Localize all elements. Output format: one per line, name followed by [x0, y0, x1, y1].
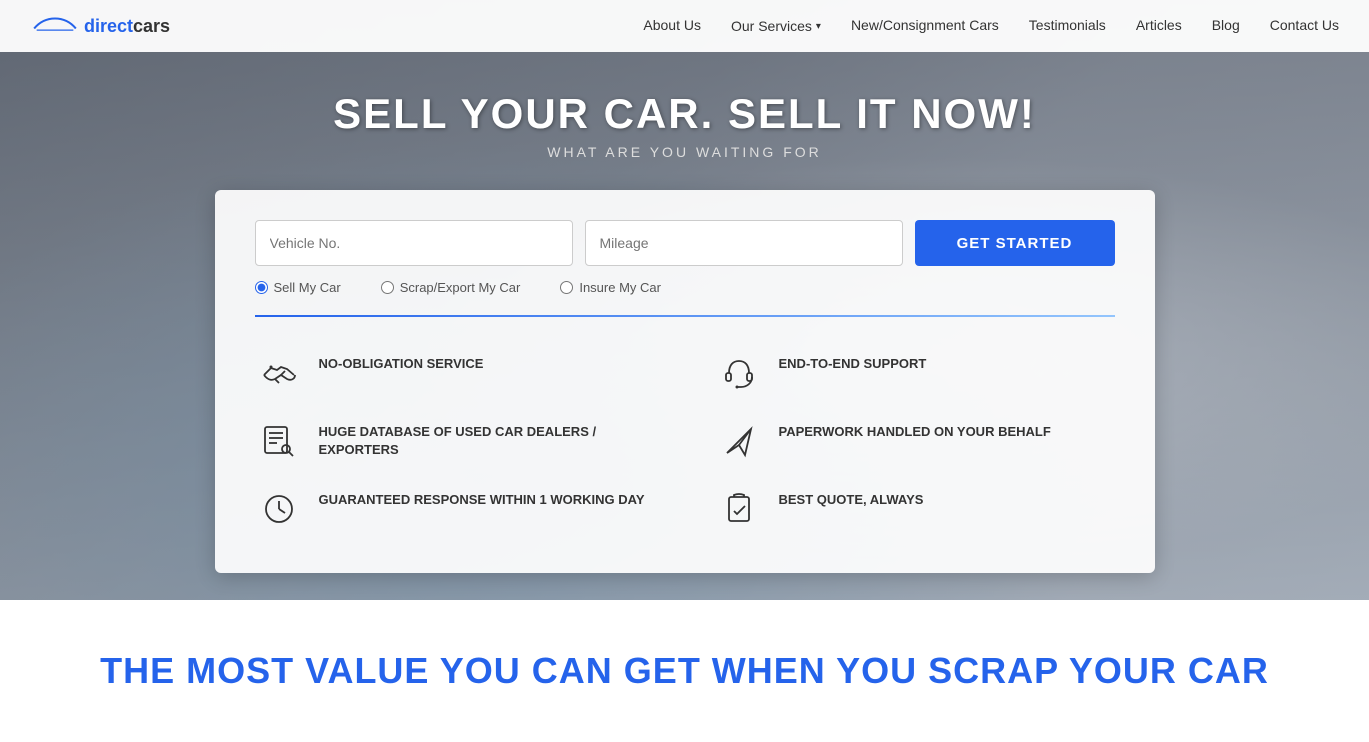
clock-icon — [255, 485, 303, 533]
feature-database-text: HUGE DATABASE OF USED CAR DEALERS / EXPO… — [319, 417, 655, 459]
feature-no-obligation: NO-OBLIGATION SERVICE — [255, 339, 685, 407]
paperplane-icon — [715, 417, 763, 465]
logo[interactable]: directcars — [30, 11, 170, 41]
service-type-radio-group: Sell My Car Scrap/Export My Car Insure M… — [255, 280, 1115, 295]
feature-paperwork: PAPERWORK HANDLED ON YOUR BEHALF — [685, 407, 1115, 475]
form-divider — [255, 315, 1115, 317]
bottom-section: THE MOST VALUE YOU CAN GET WHEN YOU SCRA… — [0, 600, 1369, 742]
feature-best-quote-text: BEST QUOTE, ALWAYS — [779, 485, 924, 509]
hero-content: SELL YOUR CAR. SELL IT NOW! WHAT ARE YOU… — [0, 0, 1369, 573]
radio-sell-my-car[interactable]: Sell My Car — [255, 280, 341, 295]
nav-menu: About Us Our Services ▾ New/Consignment … — [643, 17, 1339, 35]
handshake-icon — [255, 349, 303, 397]
features-grid: NO-OBLIGATION SERVICE END-TO-END SUPPOR — [255, 339, 1115, 543]
nav-item-articles[interactable]: Articles — [1136, 17, 1182, 35]
feature-end-to-end: END-TO-END SUPPORT — [685, 339, 1115, 407]
database-search-icon — [255, 417, 303, 465]
logo-text: directcars — [84, 16, 170, 37]
navbar: directcars About Us Our Services ▾ New/C… — [0, 0, 1369, 52]
chevron-down-icon: ▾ — [816, 21, 821, 32]
bottom-title: THE MOST VALUE YOU CAN GET WHEN YOU SCRA… — [60, 650, 1309, 692]
clipboard-check-icon — [715, 485, 763, 533]
radio-insure[interactable]: Insure My Car — [560, 280, 661, 295]
feature-response-text: GUARANTEED RESPONSE WITHIN 1 WORKING DAY — [319, 485, 645, 509]
vehicle-number-input[interactable] — [255, 220, 573, 266]
feature-database: HUGE DATABASE OF USED CAR DEALERS / EXPO… — [255, 407, 685, 475]
headset-icon — [715, 349, 763, 397]
nav-item-consignment[interactable]: New/Consignment Cars — [851, 17, 999, 35]
nav-item-about[interactable]: About Us — [643, 17, 701, 35]
nav-item-testimonials[interactable]: Testimonials — [1029, 17, 1106, 35]
feature-response-time: GUARANTEED RESPONSE WITHIN 1 WORKING DAY — [255, 475, 685, 543]
hero-title: SELL YOUR CAR. SELL IT NOW! — [333, 90, 1036, 138]
feature-best-quote: BEST QUOTE, ALWAYS — [685, 475, 1115, 543]
hero-subtitle: WHAT ARE YOU WAITING FOR — [547, 144, 822, 160]
hero-section: SELL YOUR CAR. SELL IT NOW! WHAT ARE YOU… — [0, 0, 1369, 600]
nav-item-blog[interactable]: Blog — [1212, 17, 1240, 35]
feature-no-obligation-text: NO-OBLIGATION SERVICE — [319, 349, 484, 373]
nav-item-contact[interactable]: Contact Us — [1270, 17, 1339, 35]
feature-paperwork-text: PAPERWORK HANDLED ON YOUR BEHALF — [779, 417, 1051, 441]
nav-item-services[interactable]: Our Services ▾ — [731, 18, 821, 34]
form-inputs-row: GET STARTED — [255, 220, 1115, 266]
search-form-card: GET STARTED Sell My Car Scrap/Export My … — [215, 190, 1155, 573]
get-started-button[interactable]: GET STARTED — [915, 220, 1115, 266]
mileage-input[interactable] — [585, 220, 903, 266]
radio-scrap-export[interactable]: Scrap/Export My Car — [381, 280, 521, 295]
feature-end-to-end-text: END-TO-END SUPPORT — [779, 349, 927, 373]
